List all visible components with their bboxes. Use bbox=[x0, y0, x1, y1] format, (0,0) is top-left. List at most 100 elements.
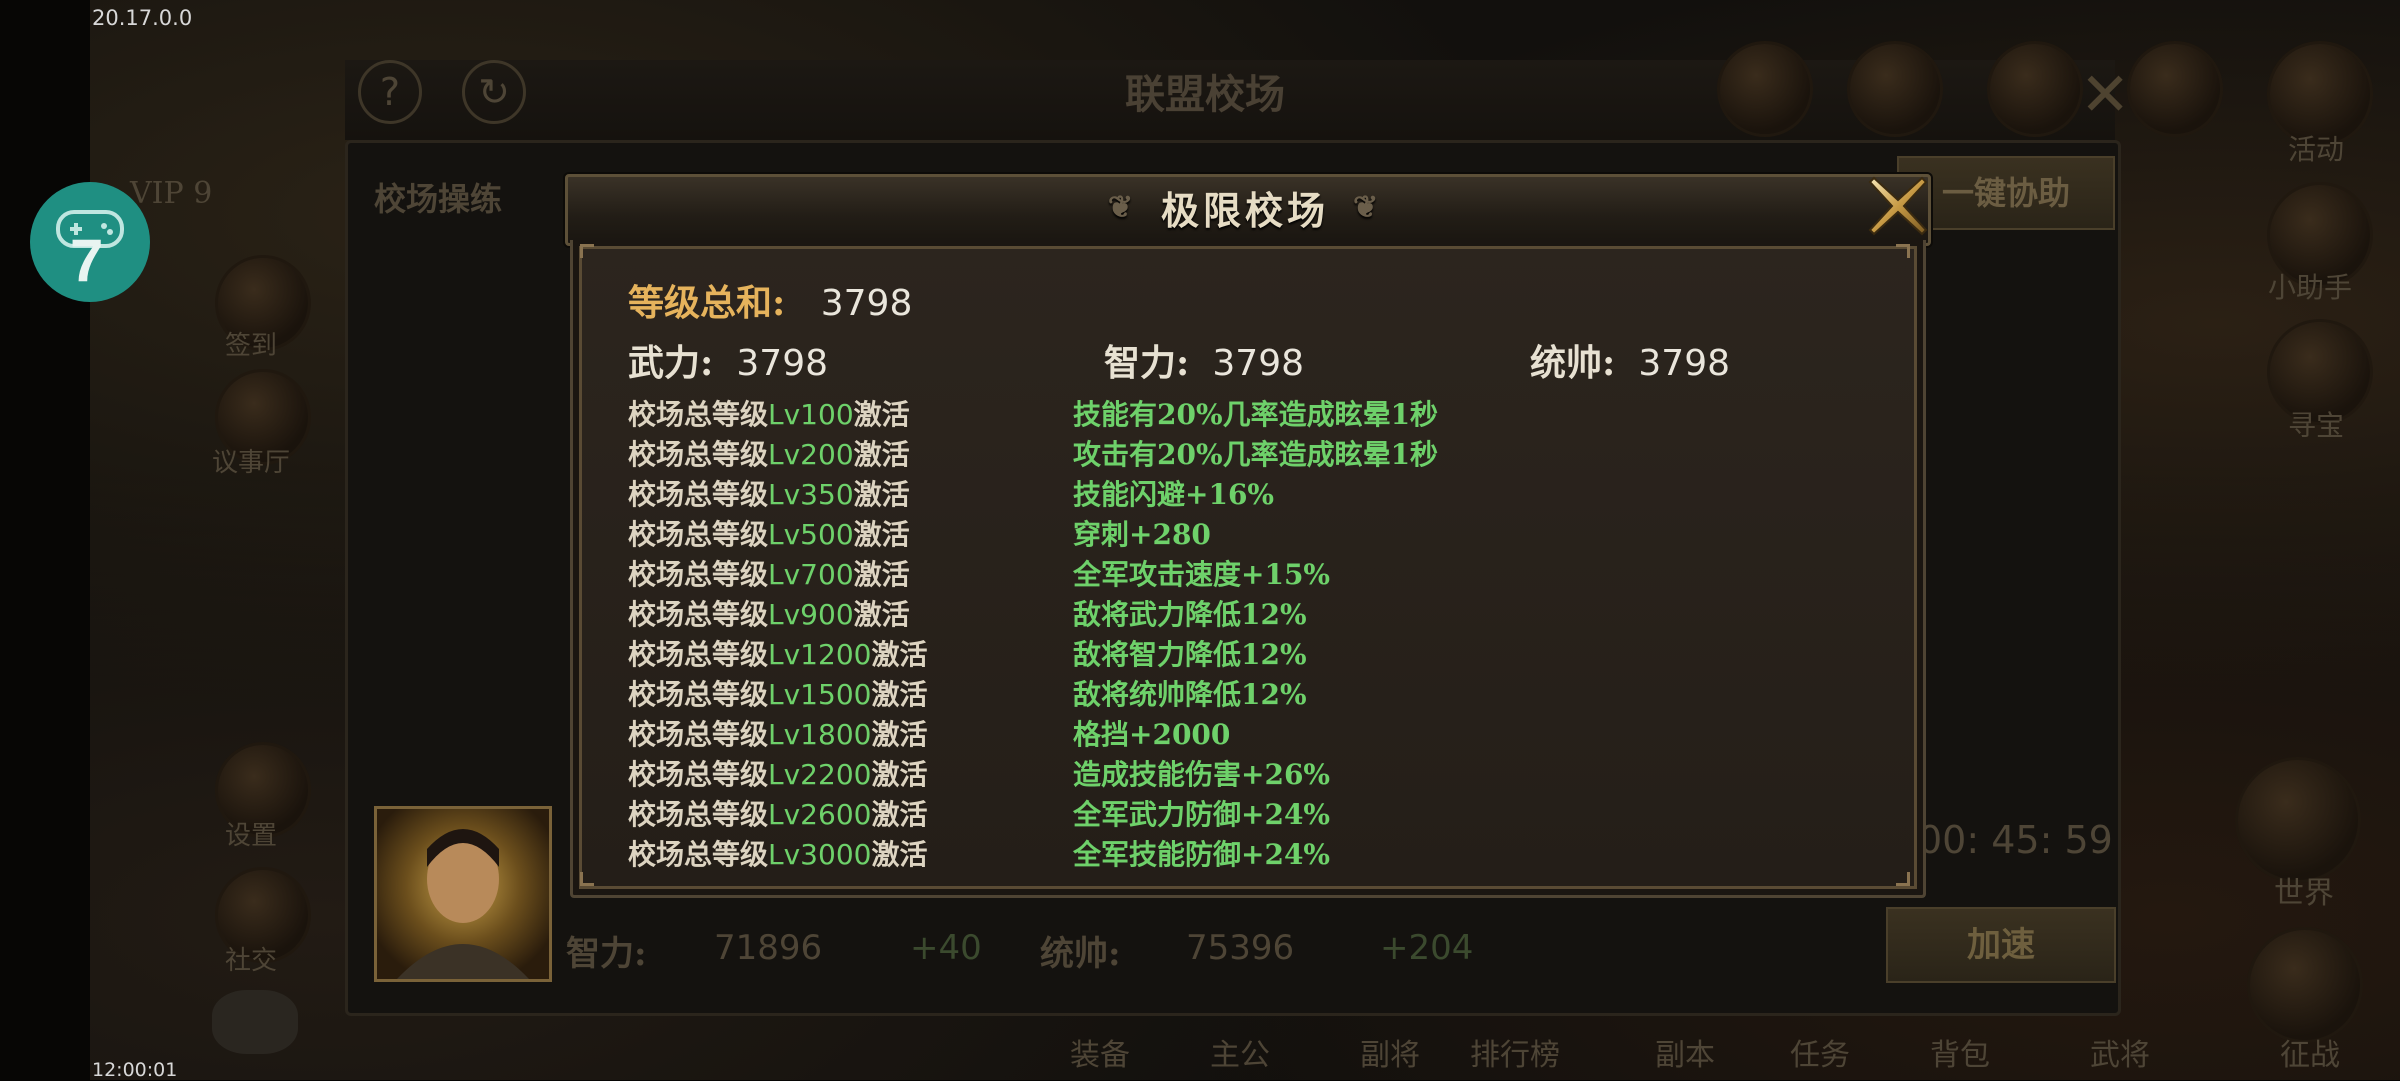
condition-suffix: 激活 bbox=[853, 558, 910, 591]
ability-effect: 造成技能伤害+26% bbox=[1073, 758, 1331, 791]
ability-condition: 校场总等级Lv900激活 bbox=[628, 593, 910, 633]
ability-effect: 穿刺+280 bbox=[1073, 518, 1211, 551]
condition-prefix: 校场总等级 bbox=[628, 838, 769, 871]
campaign-icon[interactable] bbox=[2250, 930, 2360, 1040]
hero-zhili-label: 智力: bbox=[566, 934, 647, 974]
left-menu-signin[interactable]: 签到 bbox=[225, 325, 277, 362]
ability-effect: 全军技能防御+24% bbox=[1073, 838, 1331, 871]
ability-condition: 校场总等级Lv100激活 bbox=[628, 393, 910, 433]
nav-generals[interactable]: 武将 bbox=[2090, 1030, 2150, 1074]
ability-effect: 全军武力防御+24% bbox=[1073, 798, 1331, 831]
help-icon[interactable]: ? bbox=[358, 60, 422, 124]
corner-ornament bbox=[580, 872, 594, 886]
hero-face-icon bbox=[397, 829, 529, 979]
top-icon-2[interactable] bbox=[1850, 44, 1940, 134]
close-icon bbox=[1868, 176, 1928, 236]
hero-zhili-value: 71896 bbox=[714, 928, 823, 968]
stat-label: 武力: bbox=[628, 342, 714, 384]
ability-effect: 敌将武力降低12% bbox=[1073, 598, 1307, 631]
ability-effect: 敌将智力降低12% bbox=[1073, 638, 1307, 671]
ability-condition: 校场总等级Lv2200激活 bbox=[628, 753, 927, 793]
condition-level: Lv900 bbox=[768, 598, 854, 631]
condition-prefix: 校场总等级 bbox=[628, 598, 769, 631]
condition-suffix: 激活 bbox=[853, 438, 910, 471]
hero-zhili-bonus: +40 bbox=[910, 928, 982, 968]
right-menu-treasure[interactable]: 寻宝 bbox=[2288, 404, 2344, 444]
nav-lord[interactable]: 主公 bbox=[1210, 1030, 1270, 1074]
condition-level: Lv700 bbox=[768, 558, 854, 591]
hero-tongshuai-value: 75396 bbox=[1186, 928, 1295, 968]
left-menu-social[interactable]: 社交 bbox=[225, 940, 277, 977]
modal-close-button[interactable] bbox=[1862, 172, 1934, 240]
stat-value: 3798 bbox=[736, 343, 829, 384]
stat-zhili: 智力: 3798 bbox=[1104, 334, 1304, 386]
nav-tasks[interactable]: 任务 bbox=[1790, 1030, 1850, 1074]
condition-prefix: 校场总等级 bbox=[628, 798, 769, 831]
ability-effect: 技能有20%几率造成眩晕1秒 bbox=[1073, 398, 1439, 431]
condition-suffix: 激活 bbox=[853, 598, 910, 631]
condition-prefix: 校场总等级 bbox=[628, 438, 769, 471]
corner-ornament bbox=[1896, 872, 1910, 886]
condition-level: Lv1500 bbox=[768, 678, 872, 711]
nav-equipment[interactable]: 装备 bbox=[1070, 1030, 1130, 1074]
condition-prefix: 校场总等级 bbox=[628, 558, 769, 591]
condition-suffix: 激活 bbox=[871, 638, 928, 671]
badge-number: 7 bbox=[70, 227, 104, 294]
corner-ornament bbox=[1896, 244, 1910, 258]
ability-condition: 校场总等级Lv200激活 bbox=[628, 433, 910, 473]
world-icon[interactable] bbox=[2238, 760, 2358, 880]
top-icon-3[interactable] bbox=[1990, 44, 2080, 134]
ability-condition: 校场总等级Lv3000激活 bbox=[628, 833, 927, 873]
left-swirl-icon: ❦ bbox=[1107, 189, 1137, 225]
condition-suffix: 激活 bbox=[871, 718, 928, 751]
left-menu-settings[interactable]: 设置 bbox=[225, 815, 277, 852]
nav-deputy[interactable]: 副将 bbox=[1360, 1030, 1420, 1074]
stat-tongshuai: 统帅: 3798 bbox=[1530, 334, 1730, 386]
right-menu-campaign[interactable]: 征战 bbox=[2280, 1030, 2340, 1074]
gamepad-badge[interactable]: 7 bbox=[30, 182, 150, 302]
chat-icon[interactable] bbox=[212, 990, 298, 1054]
ability-condition: 校场总等级Lv500激活 bbox=[628, 513, 910, 553]
main-close-icon[interactable]: ✕ bbox=[2080, 60, 2130, 130]
clock-label: 12:00:01 bbox=[92, 1059, 178, 1081]
right-menu-activity[interactable]: 活动 bbox=[2288, 128, 2344, 168]
condition-level: Lv1200 bbox=[768, 638, 872, 671]
ability-condition: 校场总等级Lv1500激活 bbox=[628, 673, 927, 713]
corner-ornament bbox=[580, 244, 594, 258]
right-menu-world[interactable]: 世界 bbox=[2274, 868, 2334, 912]
level-sum-value: 3798 bbox=[820, 283, 913, 324]
stat-wuli: 武力: 3798 bbox=[628, 334, 828, 386]
left-menu-council[interactable]: 议事厅 bbox=[212, 442, 290, 479]
condition-suffix: 激活 bbox=[853, 398, 910, 431]
condition-level: Lv2600 bbox=[768, 798, 872, 831]
modal-title-wrap: ❦ 极限校场 ❦ bbox=[565, 174, 1925, 240]
condition-prefix: 校场总等级 bbox=[628, 398, 769, 431]
condition-suffix: 激活 bbox=[871, 798, 928, 831]
ability-effect: 格挡+2000 bbox=[1073, 718, 1231, 751]
stat-label: 智力: bbox=[1104, 342, 1190, 384]
condition-level: Lv350 bbox=[768, 478, 854, 511]
tab-training[interactable]: 校场操练 bbox=[374, 174, 502, 220]
ability-condition: 校场总等级Lv1200激活 bbox=[628, 633, 927, 673]
hero-tongshuai-label: 统帅: bbox=[1040, 934, 1121, 974]
nav-ranking[interactable]: 排行榜 bbox=[1470, 1030, 1560, 1074]
hero-tongshuai-bonus: +204 bbox=[1380, 928, 1474, 968]
main-window-title: 联盟校场 bbox=[1125, 71, 1285, 118]
top-icon-4[interactable] bbox=[2130, 44, 2220, 134]
modal-title: 极限校场 bbox=[1160, 187, 1329, 233]
stat-label: 统帅: bbox=[1530, 342, 1616, 384]
condition-prefix: 校场总等级 bbox=[628, 518, 769, 551]
condition-suffix: 激活 bbox=[853, 478, 910, 511]
stat-value: 3798 bbox=[1638, 343, 1731, 384]
speedup-button[interactable]: 加速 bbox=[1886, 907, 2116, 983]
condition-suffix: 激活 bbox=[871, 758, 928, 791]
nav-bag[interactable]: 背包 bbox=[1930, 1030, 1990, 1074]
condition-level: Lv3000 bbox=[768, 838, 872, 871]
condition-level: Lv500 bbox=[768, 518, 854, 551]
hero-portrait[interactable] bbox=[374, 806, 552, 982]
nav-dungeon[interactable]: 副本 bbox=[1655, 1030, 1715, 1074]
refresh-icon[interactable]: ↻ bbox=[462, 60, 526, 124]
right-menu-assistant[interactable]: 小助手 bbox=[2268, 266, 2352, 306]
level-sum-row: 等级总和: 3798 bbox=[628, 274, 912, 326]
top-icon-1[interactable] bbox=[1720, 44, 1810, 134]
